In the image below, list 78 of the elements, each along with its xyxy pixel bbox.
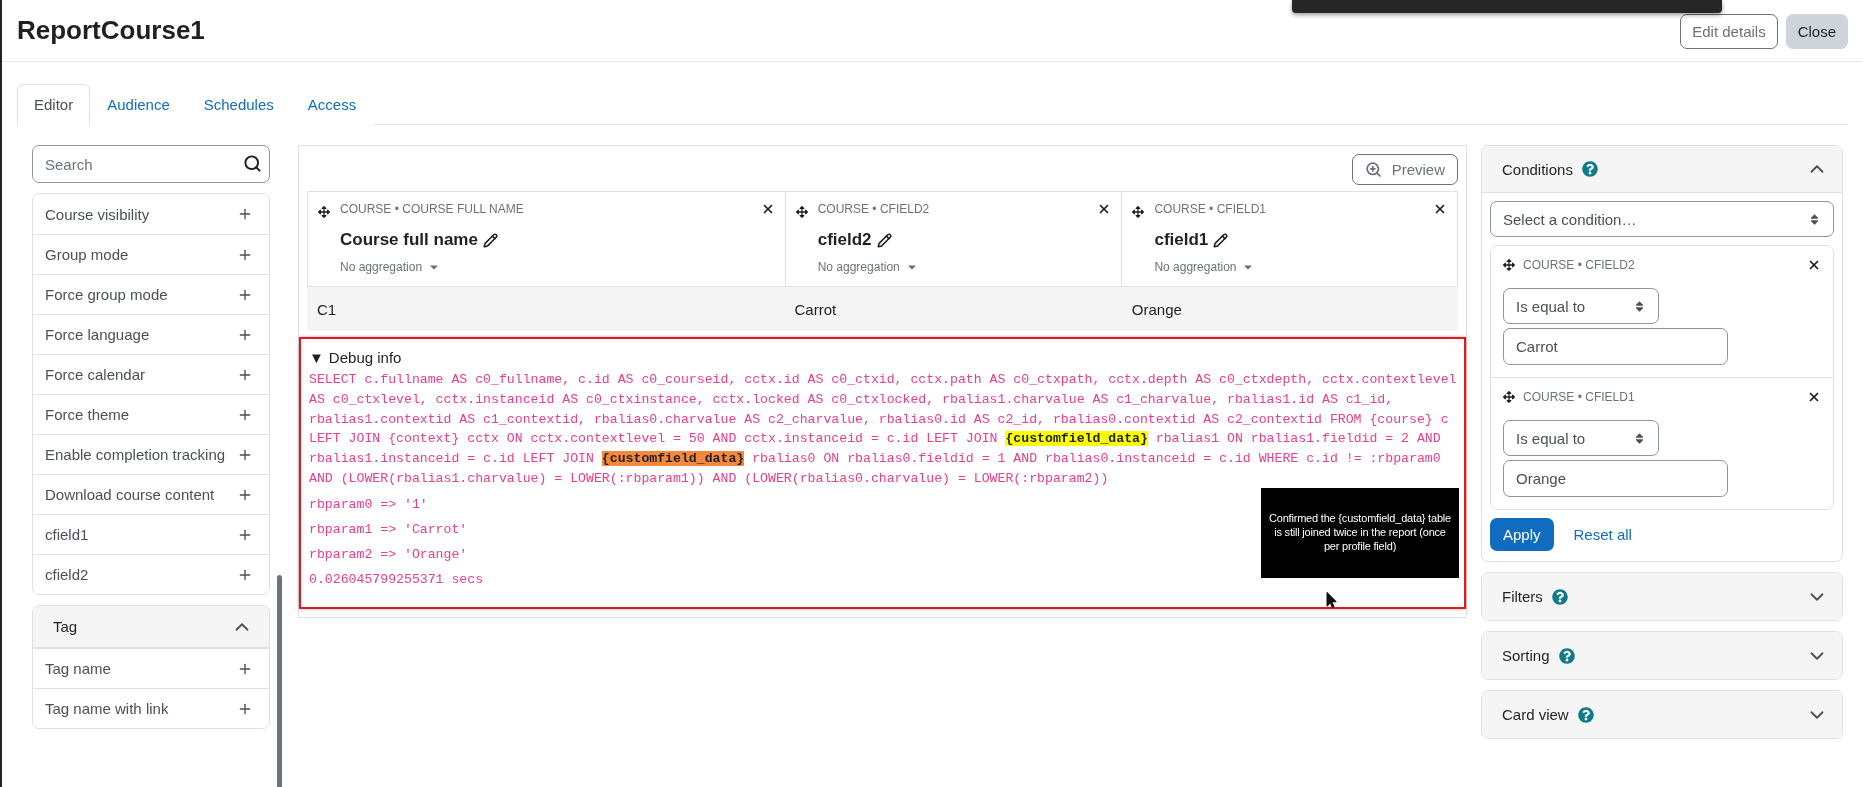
panel-header[interactable]: Conditions (1482, 146, 1842, 193)
move-icon[interactable] (318, 206, 330, 218)
query-param: rbparam2 => 'Orange' (309, 546, 468, 563)
sidebar-item[interactable]: Tag name with link (33, 688, 269, 728)
sidebar-item[interactable]: Course visibility (33, 194, 269, 234)
panel-title: Card view (1502, 706, 1569, 723)
close-button[interactable]: Close (1785, 14, 1848, 49)
pencil-icon[interactable] (482, 232, 498, 248)
panel-title: Sorting (1502, 647, 1550, 664)
aggregation-dropdown[interactable]: No aggregation (1154, 260, 1255, 274)
column-title[interactable]: Course full name (340, 230, 775, 250)
apply-button[interactable]: Apply (1490, 518, 1554, 551)
plus-icon[interactable] (237, 206, 253, 222)
sort-arrows-icon (1633, 431, 1646, 445)
column-source: COURSE • COURSE FULL NAME (340, 202, 524, 216)
close-icon[interactable] (1807, 390, 1821, 404)
pencil-icon[interactable] (876, 232, 892, 248)
section-header[interactable]: Tag (33, 606, 269, 648)
sidebar-item[interactable]: Force language (33, 314, 269, 354)
panel-title: Filters (1502, 588, 1543, 605)
edit-details-button[interactable]: Edit details (1680, 14, 1778, 49)
move-icon[interactable] (1132, 206, 1145, 218)
reset-all-link[interactable]: Reset all (1573, 526, 1632, 543)
sidebar-item[interactable]: Force group mode (33, 274, 269, 314)
panel-header[interactable]: Filters (1482, 573, 1842, 620)
condition-source: COURSE • CFIELD2 (1523, 258, 1635, 272)
annotation-note: Confirmed the {customfield_data} table is still joined twice in the report (once per profile field) (1261, 488, 1459, 578)
help-icon[interactable] (1577, 706, 1594, 723)
sort-arrows-icon (1808, 212, 1821, 226)
move-icon[interactable] (1503, 391, 1515, 403)
operator-select[interactable]: Is equal to (1503, 420, 1659, 456)
page-title: ReportCourse1 (17, 15, 205, 46)
zoom-icon (1364, 161, 1382, 178)
sql-query: SELECT c.fullname AS c0_fullname, c.id AS c0_courseid, cctx.id AS c0_ctxid, cctx.path AS c0_ctxpath, cctx.depth AS c0_ctxdepth, cctx.contextlevel AS c0_ctxlevel, cctx.instanceid AS c0_ctxinstance, cctx.locked AS c0_ctxlocked, rbalias1.charvalue AS c1_charvalue, rbalias1.id AS c1_id, rbalias1.contextid AS c1_contextid, rbalias0.charvalue AS c2_charvalue, rbalias0.id AS c2_id, rbalias0.contextid AS c2_contextid FROM {course} c LEFT JOIN {context} cctx ON cctx.contextlevel = 50 AND cctx.instanceid = c.id LEFT JOIN {customfield_data} rbalias1 ON rbalias1.fieldid = 2 AND rbalias1.instanceid = c.id LEFT JOIN {customfield_data} rbalias0 ON rbalias0.fieldid = 1 AND rbalias0.instanceid = c.id WHERE c.id != :rbparam0 AND (LOWER(rbalias1.charvalue) = LOWER(:rbparam1)) AND (LOWER(rbalias0.charvalue) = LOWER(:rbparam2)) (309, 371, 1458, 488)
operator-select[interactable]: Is equal to (1503, 288, 1659, 324)
cursor-icon (1326, 592, 1337, 608)
aggregation-dropdown[interactable]: No aggregation (817, 260, 918, 274)
panel-header[interactable]: Card view (1482, 691, 1842, 738)
panel-title: Conditions (1502, 160, 1573, 178)
query-param: rbparam1 => 'Carrot' (309, 521, 468, 538)
sidebar-item[interactable]: Force calendar (33, 354, 269, 394)
pencil-icon[interactable] (1213, 232, 1229, 248)
condition-select[interactable]: Select a condition… (1490, 201, 1834, 237)
sort-arrows-icon (1633, 299, 1646, 313)
panel-header[interactable]: Sorting (1482, 632, 1842, 679)
column-title[interactable]: cfield1 (1154, 230, 1447, 250)
table-cell-text: Carrot (793, 299, 838, 320)
debug-toggle[interactable]: ▼ Debug info (309, 349, 1458, 366)
help-icon[interactable] (1558, 647, 1575, 664)
sidebar-item[interactable]: Download course content (33, 474, 269, 514)
table-cell-text: Orange (1130, 299, 1183, 320)
search-field[interactable]: Search (32, 145, 270, 183)
sidebar-item[interactable]: Tag name (33, 648, 269, 688)
search-icon[interactable] (243, 154, 262, 173)
column-source: COURSE • CFIELD2 (817, 202, 930, 216)
column-title[interactable]: cfield2 (817, 230, 1112, 250)
close-icon[interactable] (1807, 258, 1821, 272)
close-icon[interactable] (1433, 202, 1447, 216)
help-icon[interactable] (1581, 161, 1598, 177)
column-source: COURSE • CFIELD1 (1154, 202, 1266, 216)
sidebar-item[interactable]: Enable completion tracking (33, 434, 269, 474)
aggregation-dropdown[interactable]: No aggregation (340, 260, 441, 274)
sidebar-item[interactable]: Group mode (33, 234, 269, 274)
query-time: 0.026045799255371 secs (309, 571, 484, 588)
value-field[interactable]: Carrot (1503, 328, 1728, 365)
sidebar-item[interactable]: Force theme (33, 394, 269, 434)
sidebar-item[interactable]: cfield2 (33, 554, 269, 594)
move-icon[interactable] (1503, 259, 1515, 271)
sidebar-item[interactable]: cfield1 (33, 514, 269, 554)
condition-source: COURSE • CFIELD1 (1523, 390, 1635, 404)
table-cell-text: C1 (316, 299, 338, 320)
scrollbar[interactable] (277, 575, 282, 787)
help-icon[interactable] (1551, 588, 1568, 605)
preview-button[interactable]: Preview (1351, 154, 1458, 185)
query-param: rbparam0 => '1' (309, 496, 428, 513)
value-field[interactable]: Orange (1503, 460, 1728, 497)
move-icon[interactable] (795, 206, 808, 218)
tab[interactable]: Editor (17, 84, 91, 125)
